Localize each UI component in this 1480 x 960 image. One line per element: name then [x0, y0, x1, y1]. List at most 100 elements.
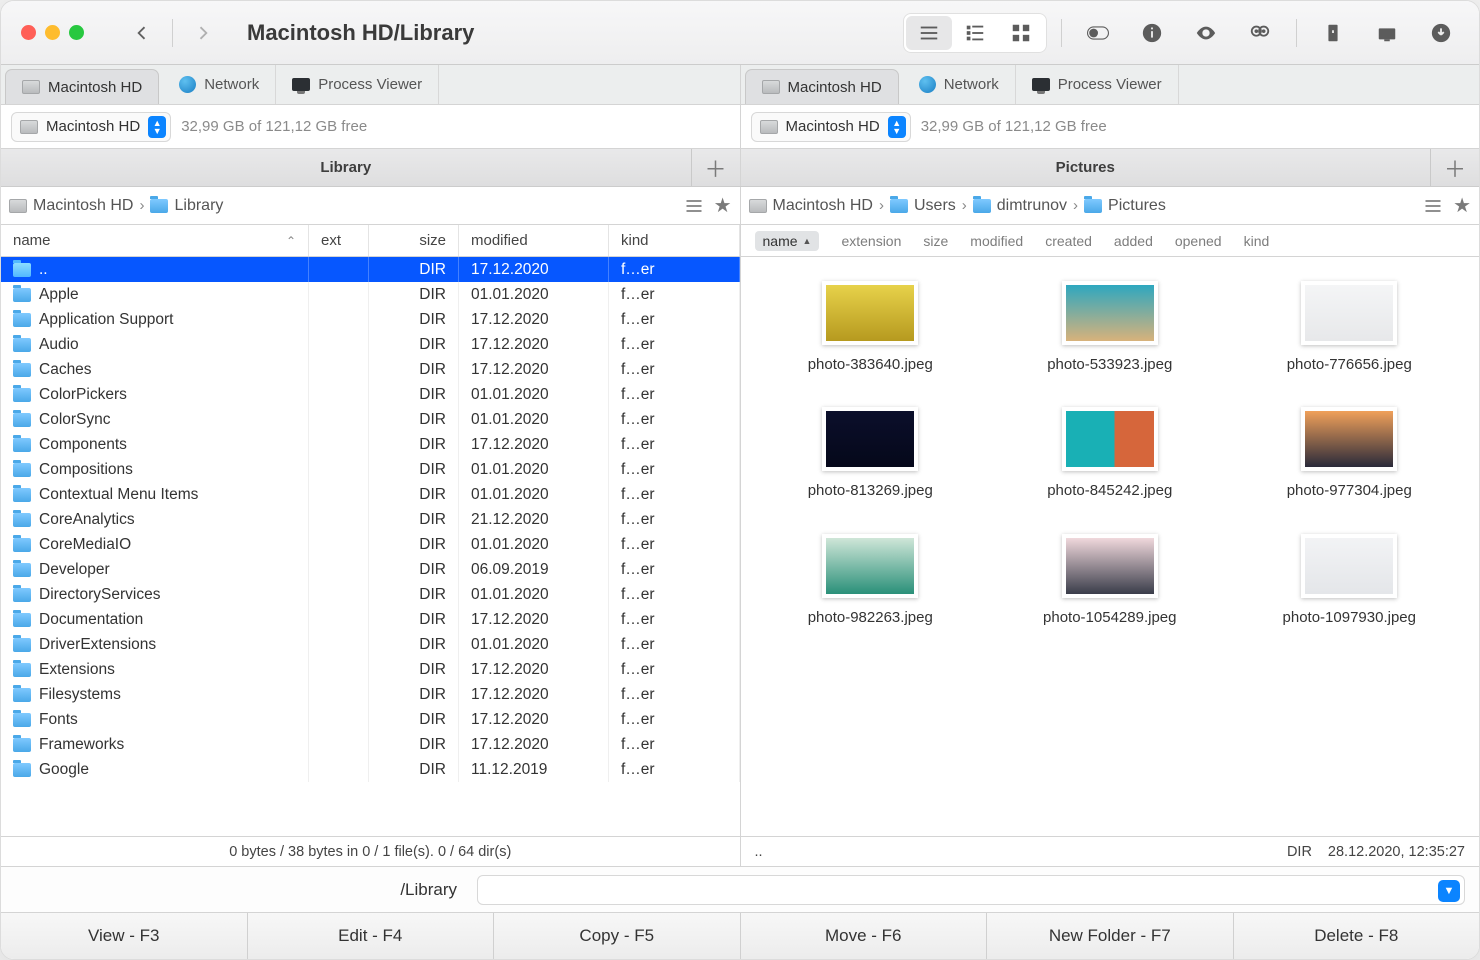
- list-icon[interactable]: [1423, 196, 1443, 216]
- path-label-left[interactable]: Library: [1, 149, 692, 186]
- grid-item[interactable]: photo-776656.jpeg: [1240, 281, 1460, 375]
- folder-icon: [13, 338, 31, 352]
- file-row[interactable]: CoreMediaIODIR01.01.2020f…er: [1, 532, 740, 557]
- fkey-button[interactable]: Edit - F4: [248, 913, 495, 959]
- file-row[interactable]: ..DIR17.12.2020f…er: [1, 257, 740, 282]
- file-row[interactable]: AppleDIR01.01.2020f…er: [1, 282, 740, 307]
- grid-item[interactable]: photo-383640.jpeg: [761, 281, 981, 375]
- view-columns-button[interactable]: [952, 16, 998, 50]
- command-input[interactable]: ▼: [477, 875, 1465, 905]
- nav-forward-button[interactable]: [183, 14, 223, 52]
- file-row[interactable]: DeveloperDIR06.09.2019f…er: [1, 557, 740, 582]
- download-button[interactable]: [1419, 15, 1463, 51]
- col-name[interactable]: name: [755, 231, 820, 251]
- grid-item[interactable]: photo-1097930.jpeg: [1240, 534, 1460, 628]
- col-size[interactable]: size: [923, 233, 948, 249]
- close-button[interactable]: [21, 25, 36, 40]
- col-size[interactable]: size: [369, 225, 459, 256]
- file-row[interactable]: ComponentsDIR17.12.2020f…er: [1, 432, 740, 457]
- col-extension[interactable]: extension: [841, 233, 901, 249]
- drive-selector-left[interactable]: Macintosh HD ▲▼: [11, 112, 171, 142]
- file-row[interactable]: DocumentationDIR17.12.2020f…er: [1, 607, 740, 632]
- quicklook-button[interactable]: [1184, 15, 1228, 51]
- breadcrumb-segment[interactable]: Library: [150, 197, 223, 215]
- minimize-button[interactable]: [45, 25, 60, 40]
- grid-item[interactable]: photo-845242.jpeg: [1000, 407, 1220, 501]
- hd-icon: [762, 80, 780, 94]
- breadcrumb-segment[interactable]: dimtrunov: [973, 197, 1067, 215]
- fkey-button[interactable]: New Folder - F7: [987, 913, 1234, 959]
- fkey-button[interactable]: Move - F6: [741, 913, 988, 959]
- airdrop-button[interactable]: [1238, 15, 1282, 51]
- list-icon[interactable]: [684, 196, 704, 216]
- grid-item[interactable]: photo-813269.jpeg: [761, 407, 981, 501]
- col-created[interactable]: created: [1045, 233, 1092, 249]
- file-row[interactable]: Contextual Menu ItemsDIR01.01.2020f…er: [1, 482, 740, 507]
- col-kind[interactable]: kind: [609, 225, 740, 256]
- file-list[interactable]: ..DIR17.12.2020f…erAppleDIR01.01.2020f…e…: [1, 257, 740, 836]
- file-row[interactable]: ExtensionsDIR17.12.2020f…er: [1, 657, 740, 682]
- hd-icon: [760, 120, 778, 134]
- path-label-right[interactable]: Pictures: [741, 149, 1432, 186]
- file-row[interactable]: ColorPickersDIR01.01.2020f…er: [1, 382, 740, 407]
- col-modified[interactable]: modified: [970, 233, 1023, 249]
- breadcrumb-segment[interactable]: Macintosh HD: [749, 197, 873, 215]
- command-dropdown[interactable]: ▼: [1438, 880, 1460, 902]
- tab-network-right[interactable]: Network: [903, 65, 1016, 104]
- nav-back-button[interactable]: [122, 14, 162, 52]
- panels: name⌃ ext size modified kind ..DIR17.12.…: [1, 225, 1479, 837]
- tab-network-left[interactable]: Network: [163, 65, 276, 104]
- file-row[interactable]: AudioDIR17.12.2020f…er: [1, 332, 740, 357]
- file-row[interactable]: FilesystemsDIR17.12.2020f…er: [1, 682, 740, 707]
- col-added[interactable]: added: [1114, 233, 1153, 249]
- col-opened[interactable]: opened: [1175, 233, 1222, 249]
- drive-selector-right[interactable]: Macintosh HD ▲▼: [751, 112, 911, 142]
- fkey-button[interactable]: Copy - F5: [494, 913, 741, 959]
- col-name[interactable]: name⌃: [1, 225, 309, 256]
- file-row[interactable]: DriverExtensionsDIR01.01.2020f…er: [1, 632, 740, 657]
- breadcrumb-segment[interactable]: Pictures: [1084, 197, 1166, 215]
- folder-icon: [13, 738, 31, 752]
- tab-process-left[interactable]: Process Viewer: [276, 65, 439, 104]
- breadcrumb-segment[interactable]: Users: [890, 197, 956, 215]
- file-row[interactable]: CachesDIR17.12.2020f…er: [1, 357, 740, 382]
- grid-item[interactable]: photo-533923.jpeg: [1000, 281, 1220, 375]
- info-button[interactable]: [1130, 15, 1174, 51]
- new-tab-left[interactable]: ＋: [692, 149, 740, 186]
- command-path: /Library: [15, 880, 465, 900]
- col-modified[interactable]: modified: [459, 225, 609, 256]
- file-row[interactable]: DirectoryServicesDIR01.01.2020f…er: [1, 582, 740, 607]
- icon-grid[interactable]: photo-383640.jpegphoto-533923.jpegphoto-…: [741, 257, 1480, 836]
- tab-hd-left[interactable]: Macintosh HD: [5, 69, 159, 104]
- favorite-icon[interactable]: ★: [714, 193, 732, 218]
- grid-item[interactable]: photo-1054289.jpeg: [1000, 534, 1220, 628]
- app-window: Macintosh HD/Library Macintosh HD Networ…: [0, 0, 1480, 960]
- favorite-icon[interactable]: ★: [1453, 193, 1471, 218]
- folder-icon: [13, 288, 31, 302]
- new-tab-right[interactable]: ＋: [1431, 149, 1479, 186]
- col-ext[interactable]: ext: [309, 225, 369, 256]
- toggle-hidden-button[interactable]: [1076, 15, 1120, 51]
- file-row[interactable]: CompositionsDIR01.01.2020f…er: [1, 457, 740, 482]
- view-list-button[interactable]: [906, 16, 952, 50]
- tab-process-right[interactable]: Process Viewer: [1016, 65, 1179, 104]
- view-icons-button[interactable]: [998, 16, 1044, 50]
- folder-icon: [13, 613, 31, 627]
- archive-button[interactable]: [1311, 15, 1355, 51]
- file-row[interactable]: CoreAnalyticsDIR21.12.2020f…er: [1, 507, 740, 532]
- maximize-button[interactable]: [69, 25, 84, 40]
- col-kind[interactable]: kind: [1244, 233, 1270, 249]
- share-button[interactable]: [1365, 15, 1409, 51]
- file-row[interactable]: Application SupportDIR17.12.2020f…er: [1, 307, 740, 332]
- fkey-button[interactable]: View - F3: [1, 913, 248, 959]
- file-row[interactable]: FrameworksDIR17.12.2020f…er: [1, 732, 740, 757]
- breadcrumb-segment[interactable]: Macintosh HD: [9, 197, 133, 215]
- fkey-button[interactable]: Delete - F8: [1234, 913, 1480, 959]
- file-row[interactable]: ColorSyncDIR01.01.2020f…er: [1, 407, 740, 432]
- file-row[interactable]: FontsDIR17.12.2020f…er: [1, 707, 740, 732]
- grid-item[interactable]: photo-977304.jpeg: [1240, 407, 1460, 501]
- file-name: photo-845242.jpeg: [1047, 481, 1172, 501]
- tab-hd-right[interactable]: Macintosh HD: [745, 69, 899, 104]
- grid-item[interactable]: photo-982263.jpeg: [761, 534, 981, 628]
- file-row[interactable]: GoogleDIR11.12.2019f…er: [1, 757, 740, 782]
